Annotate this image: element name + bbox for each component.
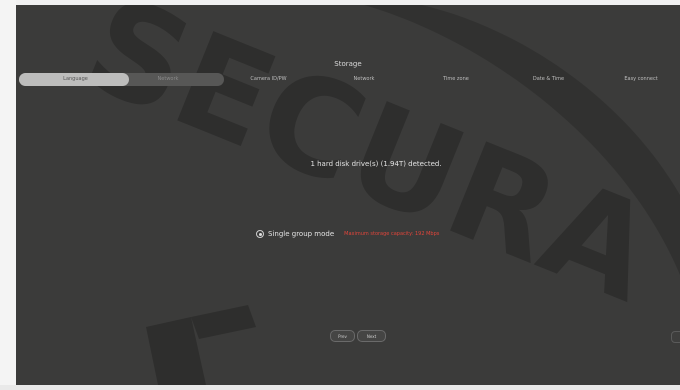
wizard-step-easy-connect[interactable]: Easy connect (616, 76, 666, 83)
radio-selected-dot (258, 232, 262, 236)
wizard-step-network-2[interactable]: Network (344, 76, 384, 83)
single-group-mode-option[interactable]: Single group mode Maximum storage capaci… (256, 228, 439, 240)
wizard-step-network-1[interactable]: Network (148, 76, 188, 83)
left-margin (0, 0, 16, 390)
wizard-step-date-time[interactable]: Date & Time (526, 76, 571, 83)
mode-label: Single group mode (268, 230, 335, 238)
page-title: Storage (334, 60, 362, 68)
prev-button[interactable]: Prev (330, 330, 355, 342)
hdd-detected-text: 1 hard disk drive(s) (1.94T) detected. (310, 160, 442, 168)
wizard-step-time-zone[interactable]: Time zone (436, 76, 476, 83)
max-capacity-text: Maximum storage capacity: 192 Mbps (344, 231, 440, 237)
cutoff-edge-button[interactable] (671, 331, 680, 343)
radio-button-icon[interactable] (256, 230, 264, 238)
watermark-text: SECURA (66, 5, 674, 332)
next-button[interactable]: Next (357, 330, 386, 342)
bottom-margin (0, 385, 680, 390)
dvr-screen: SECURA Storage Language Network Camera I… (16, 5, 680, 385)
wizard-step-language[interactable]: Language (58, 76, 93, 83)
wizard-step-camera-id-pw[interactable]: Camera ID/PW (246, 76, 291, 83)
